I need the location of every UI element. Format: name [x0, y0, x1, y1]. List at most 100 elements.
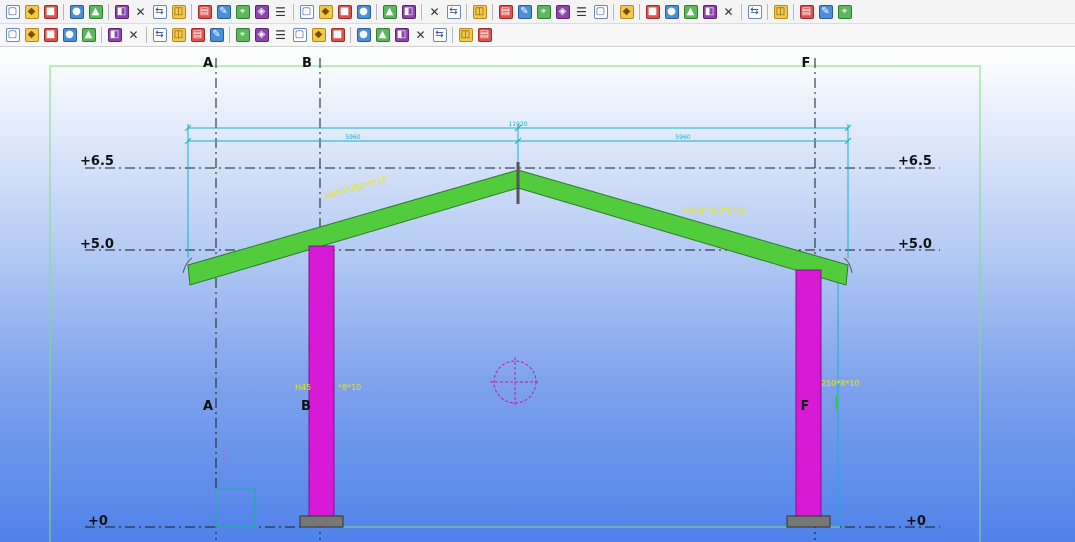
snap-mid-icon[interactable]: ◧: [401, 4, 416, 19]
paste-icon[interactable]: ✕: [134, 5, 148, 19]
model-icon[interactable]: ◫: [773, 4, 788, 19]
brace-icon[interactable]: ■: [43, 28, 58, 42]
undo-icon[interactable]: ●: [69, 4, 84, 19]
axis-label-a-mid: A: [203, 399, 213, 414]
toolbar-separator: [350, 27, 351, 43]
arc-icon[interactable]: ☰: [575, 5, 589, 19]
split-icon[interactable]: ■: [330, 28, 345, 42]
block-icon[interactable]: ✎: [209, 28, 224, 42]
elevation-6-5-left: +6.5: [80, 154, 114, 169]
left-column-label-1: H45: [295, 383, 311, 392]
toolbar-separator: [741, 3, 742, 20]
left-rafter-label: H450*250*8*10: [324, 175, 388, 201]
slash-icon[interactable]: ▲: [375, 28, 390, 42]
line-icon[interactable]: ●: [356, 28, 371, 42]
cross-icon[interactable]: ✕: [414, 28, 428, 42]
toolbar-separator: [639, 3, 640, 20]
redo-icon[interactable]: ▲: [88, 4, 103, 19]
weld-icon[interactable]: ⌖: [235, 28, 250, 42]
drawing-viewport[interactable]: 11920 5960 5960 H450*250*8*10 H450*250*8…: [0, 48, 1075, 542]
zoom-in-icon[interactable]: ✕: [428, 5, 442, 19]
sheet-icon[interactable]: ◧: [702, 4, 717, 19]
toolbar-separator: [191, 3, 192, 20]
axis-label-f-top: F: [802, 56, 811, 71]
list-icon[interactable]: ✕: [722, 5, 736, 19]
help-icon[interactable]: ◫: [472, 4, 487, 19]
point-icon[interactable]: ⇆: [432, 28, 447, 42]
modeling-toolbar: ▢ ◆ ■ ● ▲ ◧ ✕ ⇆ ◫ ▤ ✎ ⌖ ◈ ☰ ▢ ◆ ■ ● ▲ ◧ ✕ ⇆ ◫ ▤: [0, 24, 1075, 47]
toolbar-separator: [492, 3, 493, 20]
anchor-icon[interactable]: ✕: [127, 28, 141, 42]
frame-drawing: 11920 5960 5960 H450*250*8*10 H450*250*8…: [49, 56, 981, 542]
open-folder-icon[interactable]: ◆: [24, 4, 39, 19]
report-icon[interactable]: ▲: [683, 4, 698, 19]
bolt-icon[interactable]: ◧: [107, 28, 122, 42]
angle-icon[interactable]: ◈: [555, 4, 570, 19]
ucs-icon: [215, 450, 288, 528]
print-icon[interactable]: ⇆: [152, 4, 167, 19]
export-icon[interactable]: ●: [664, 4, 679, 19]
snap-end-icon[interactable]: ▲: [382, 4, 397, 19]
right-base-plate: [786, 515, 831, 528]
dimension-left-half: 5960: [345, 134, 360, 141]
cut-icon[interactable]: ◈: [254, 4, 269, 19]
right-rafter[interactable]: [517, 169, 849, 286]
layer-icon[interactable]: ◆: [318, 4, 333, 19]
save-icon[interactable]: ■: [43, 4, 58, 19]
purlin-icon[interactable]: ●: [62, 28, 77, 42]
toolbar-separator: [452, 27, 453, 43]
binoculars-icon[interactable]: ⇆: [152, 28, 167, 42]
toolbar-separator: [767, 3, 768, 20]
copy-icon[interactable]: ◧: [114, 4, 129, 19]
axis-label-f-mid: F: [801, 399, 810, 414]
tool-icon[interactable]: ◈: [254, 28, 269, 42]
paint-icon[interactable]: ☰: [274, 28, 288, 42]
toolbar-separator: [146, 27, 147, 43]
group-icon[interactable]: ■: [645, 4, 660, 19]
center-target-icon: [490, 357, 540, 407]
grid-icon[interactable]: ▤: [498, 4, 513, 19]
toolbar-separator: [101, 27, 102, 43]
axis-icon[interactable]: ✎: [517, 4, 532, 19]
diagonal-icon[interactable]: ◧: [394, 28, 409, 42]
render-icon[interactable]: ⇆: [747, 4, 762, 19]
window-split-icon[interactable]: ✎: [216, 4, 231, 19]
main-toolbar: ▢ ◆ ■ ● ▲ ◧ ✕ ⇆ ◫ ▤ ✎ ⌖ ◈ ☰ ▢ ◆ ■ ● ▲ ◧ ✕ ⇆ ◫ ▤ ✎ ⌖ ◈ ☰ ▢ ◆ ■ ● ▲ ◧ ✕ ⇆ ◫ ▤ ✎ ⌖: [0, 0, 1075, 24]
axis-label-a-top: A: [203, 56, 213, 71]
left-column[interactable]: [308, 245, 335, 528]
member-icon[interactable]: ■: [337, 4, 352, 19]
window-list-icon[interactable]: ⌖: [235, 4, 250, 19]
toolbar-separator: [229, 27, 230, 43]
toolbar-separator: [376, 3, 377, 20]
palette-icon[interactable]: ⌖: [837, 4, 852, 19]
toolbar-separator: [421, 3, 422, 20]
section-icon[interactable]: ◫: [171, 28, 186, 42]
dimension-icon[interactable]: ⌖: [536, 4, 551, 19]
settings-icon[interactable]: ✎: [818, 4, 833, 19]
toolbar-separator: [613, 3, 614, 20]
beam-icon[interactable]: ◆: [24, 28, 39, 42]
rail-icon[interactable]: ▲: [81, 28, 96, 42]
toolbar-separator: [293, 3, 294, 20]
zoom-out-icon[interactable]: ⇆: [446, 4, 461, 19]
snap-icon[interactable]: ▤: [190, 28, 205, 42]
stack-icon[interactable]: ▢: [292, 28, 307, 42]
new-file-icon[interactable]: ▢: [5, 4, 20, 19]
select-all-icon[interactable]: ☰: [274, 5, 288, 19]
connect-icon[interactable]: ◆: [311, 28, 326, 42]
window-icon[interactable]: ▤: [197, 4, 212, 19]
elevation-0-left: +0: [88, 514, 108, 529]
plate-icon[interactable]: ●: [356, 4, 371, 19]
tb2-group: ▢ ◆ ■ ● ▲ ◧ ✕ ⇆ ◫ ▤ ✎ ⌖ ◈ ☰ ▢ ◆ ■ ● ▲ ◧ ✕ ⇆ ◫ ▤: [0, 24, 497, 46]
elevation-0-right: +0: [906, 514, 926, 529]
material-icon[interactable]: ▢: [299, 4, 314, 19]
offset-icon[interactable]: ◫: [458, 28, 473, 42]
forward-icon[interactable]: ▤: [799, 4, 814, 19]
left-base-plate: [299, 515, 344, 528]
column-icon[interactable]: ▢: [5, 28, 20, 42]
flag-icon[interactable]: ▢: [593, 4, 608, 19]
pin-icon[interactable]: ◆: [619, 4, 634, 19]
print-preview-icon[interactable]: ◫: [171, 4, 186, 19]
elevation-5-0-right: +5.0: [898, 237, 932, 252]
circle-icon[interactable]: ▤: [477, 28, 492, 42]
